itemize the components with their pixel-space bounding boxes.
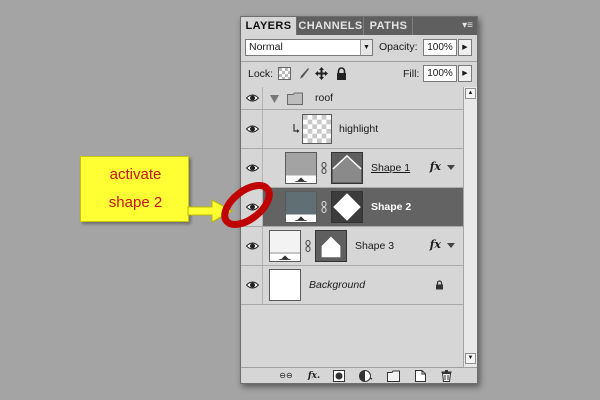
layer-name: roof bbox=[315, 92, 334, 104]
fx-icon[interactable]: fx bbox=[430, 160, 441, 173]
tab-channels[interactable]: CHANNELS bbox=[298, 17, 364, 35]
fill-label: Fill: bbox=[403, 68, 420, 80]
callout-text-line1: activate bbox=[109, 166, 162, 183]
opacity-field[interactable]: 100% bbox=[423, 39, 457, 56]
visibility-toggle[interactable] bbox=[241, 149, 263, 187]
visibility-toggle[interactable] bbox=[241, 87, 263, 109]
opacity-label: Opacity: bbox=[379, 41, 418, 53]
eye-icon bbox=[246, 94, 259, 102]
lock-fill-row: Lock: Fill: 100% ▶ bbox=[245, 65, 473, 83]
transparent-thumbnail bbox=[302, 114, 332, 144]
tab-paths[interactable]: PATHS bbox=[365, 17, 413, 35]
scroll-up-icon[interactable]: ▲ bbox=[465, 88, 476, 99]
folder-icon bbox=[287, 92, 303, 105]
expand-effects-icon[interactable] bbox=[447, 243, 455, 248]
add-mask-icon[interactable] bbox=[333, 370, 345, 382]
new-layer-icon[interactable] bbox=[415, 370, 426, 382]
visibility-toggle[interactable] bbox=[241, 188, 263, 226]
visibility-toggle[interactable] bbox=[241, 110, 263, 148]
vector-mask-thumbnail bbox=[315, 230, 347, 262]
layer-name: Shape 2 bbox=[371, 201, 412, 213]
background-thumbnail bbox=[269, 269, 301, 301]
blend-opacity-row: Normal ▼ Opacity: 100% ▶ bbox=[245, 39, 473, 57]
lock-pixels-brush-icon[interactable] bbox=[297, 67, 310, 80]
layer-row-shape-1[interactable]: Shape 1 fx bbox=[241, 149, 463, 188]
layer-name: highlight bbox=[339, 123, 379, 135]
lock-icon bbox=[436, 280, 443, 290]
add-style-icon[interactable]: fx. bbox=[305, 370, 323, 382]
opacity-slider-button[interactable]: ▶ bbox=[458, 39, 472, 56]
callout-text-line2: shape 2 bbox=[108, 194, 163, 211]
chevron-down-icon[interactable]: ▼ bbox=[360, 40, 372, 55]
lock-label: Lock: bbox=[248, 68, 274, 80]
tab-layers[interactable]: LAYERS bbox=[241, 17, 297, 35]
eye-icon bbox=[246, 164, 259, 172]
vector-mask-thumbnail bbox=[331, 152, 363, 184]
fill-slider-button[interactable]: ▶ bbox=[458, 65, 472, 82]
panel-menu-button[interactable]: ▾≡ bbox=[462, 18, 473, 34]
panel-tab-bar: LAYERS CHANNELS PATHS ▾≡ bbox=[241, 17, 477, 35]
layer-name: Shape 3 bbox=[355, 240, 395, 252]
layers-panel: LAYERS CHANNELS PATHS ▾≡ Normal ▼ Opacit… bbox=[240, 16, 478, 384]
layer-row-highlight[interactable]: highlight bbox=[241, 110, 463, 149]
fx-icon[interactable]: fx bbox=[430, 238, 441, 251]
shape-fill-thumbnail bbox=[285, 152, 317, 184]
blend-mode-select[interactable]: Normal ▼ bbox=[245, 39, 373, 56]
clipping-arrow-icon bbox=[293, 124, 300, 133]
lock-position-move-icon[interactable] bbox=[315, 67, 328, 80]
visibility-toggle[interactable] bbox=[241, 227, 263, 265]
scroll-down-icon[interactable]: ▼ bbox=[465, 353, 476, 364]
layer-row-background[interactable]: Background bbox=[241, 266, 463, 305]
chain-link-icon[interactable] bbox=[321, 201, 327, 213]
chain-link-icon[interactable] bbox=[305, 240, 311, 252]
layer-row-shape-2[interactable]: Shape 2 bbox=[241, 188, 463, 227]
disclosure-triangle-icon[interactable] bbox=[270, 95, 279, 103]
layer-name: Shape 1 bbox=[371, 162, 411, 174]
expand-effects-icon[interactable] bbox=[447, 165, 455, 170]
annotation-callout: activate shape 2 bbox=[80, 156, 189, 222]
visibility-toggle[interactable] bbox=[241, 266, 263, 304]
lock-transparency-icon[interactable] bbox=[278, 67, 291, 80]
layers-bottom-toolbar: ⊖⊖ fx. bbox=[241, 367, 477, 383]
eye-icon bbox=[246, 125, 259, 133]
shape-fill-thumbnail bbox=[269, 230, 301, 262]
link-layers-icon[interactable]: ⊖⊖ bbox=[277, 370, 295, 382]
blend-mode-value: Normal bbox=[249, 41, 283, 53]
vector-mask-thumbnail bbox=[331, 191, 363, 223]
fill-field[interactable]: 100% bbox=[423, 65, 457, 82]
callout-arrow-icon bbox=[187, 199, 234, 223]
layers-list: roof highlight Shape 1 fx Shape 2 Shape … bbox=[241, 87, 463, 367]
eye-icon bbox=[246, 203, 259, 211]
layers-scrollbar[interactable]: ▲ ▼ bbox=[463, 87, 477, 367]
new-group-folder-icon[interactable] bbox=[387, 370, 400, 382]
layer-row-shape-3[interactable]: Shape 3 fx bbox=[241, 227, 463, 266]
trash-icon[interactable] bbox=[441, 370, 452, 382]
eye-icon bbox=[246, 281, 259, 289]
divider bbox=[241, 61, 477, 62]
layer-name: Background bbox=[309, 279, 366, 291]
lock-all-icon[interactable] bbox=[335, 67, 348, 80]
shape-fill-thumbnail bbox=[285, 191, 317, 223]
chain-link-icon[interactable] bbox=[321, 162, 327, 174]
layer-row-roof[interactable]: roof bbox=[241, 87, 463, 110]
adjustment-layer-icon[interactable] bbox=[359, 370, 373, 382]
eye-icon bbox=[246, 242, 259, 250]
